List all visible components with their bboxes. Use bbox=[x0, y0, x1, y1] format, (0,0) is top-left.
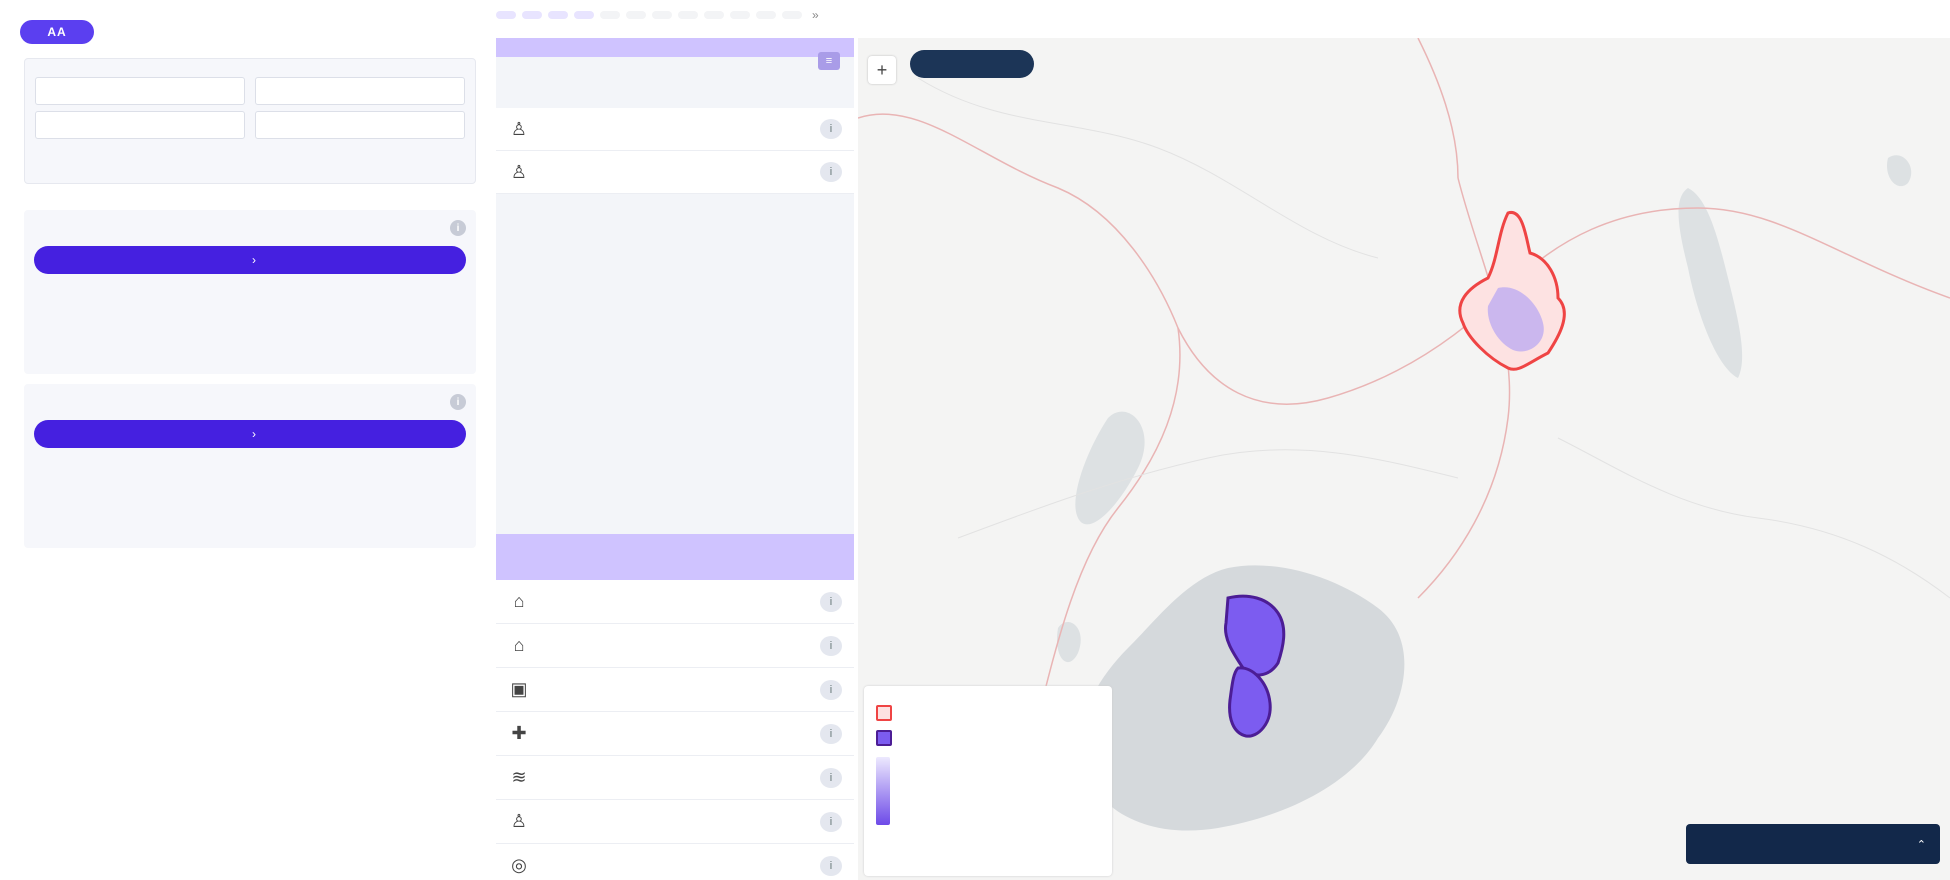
date-more-chevron-icon[interactable]: » bbox=[808, 8, 823, 22]
logo[interactable]: AA bbox=[20, 20, 94, 44]
exposure-rows: ♙ i ♙ i bbox=[496, 108, 854, 194]
chevron-icon: ⌃ bbox=[1916, 838, 1926, 851]
person-icon: ♙ bbox=[510, 118, 528, 139]
trigger-title-row: i bbox=[34, 394, 466, 410]
arrow-icon: › bbox=[252, 253, 256, 267]
trigger-card: i › bbox=[24, 384, 476, 548]
border-line bbox=[1417, 177, 1511, 599]
sector-row: ✚ i bbox=[496, 712, 854, 756]
lake bbox=[1075, 411, 1145, 525]
trigger-swatch bbox=[876, 705, 892, 721]
arrow-icon: › bbox=[252, 427, 256, 441]
trigger-action-button[interactable]: › bbox=[34, 246, 466, 274]
map[interactable]: + ⌃ bbox=[858, 38, 1950, 880]
lake bbox=[1887, 155, 1912, 187]
info-button[interactable] bbox=[35, 111, 245, 139]
date-tab[interactable] bbox=[652, 11, 672, 19]
health-icon: ✚ bbox=[511, 723, 527, 743]
date-tab[interactable] bbox=[600, 11, 620, 19]
summary-panel: ≡ ♙ i ♙ i ⌂ i ⌂ i ▣ i ✚ i ≋ i ♙ i ◎ i bbox=[496, 38, 854, 880]
panel-menu-icon[interactable]: ≡ bbox=[818, 52, 840, 70]
legend-item bbox=[876, 730, 1100, 746]
sector-row: ◎ i bbox=[496, 844, 854, 880]
road bbox=[1557, 437, 1950, 599]
water-icon: ≋ bbox=[511, 767, 527, 787]
date-tab[interactable] bbox=[626, 11, 646, 19]
info-icon[interactable]: i bbox=[820, 591, 842, 612]
zoom-in-button[interactable]: + bbox=[868, 56, 896, 84]
other-icon: ◎ bbox=[511, 855, 527, 875]
exposure-panel-header: ≡ bbox=[496, 38, 854, 70]
date-tab[interactable] bbox=[548, 11, 568, 19]
sector-row: ⌂ i bbox=[496, 624, 854, 668]
person-icon: ♙ bbox=[510, 811, 528, 831]
border-line bbox=[1417, 38, 1459, 179]
info-icon[interactable]: i bbox=[450, 220, 466, 236]
date-tab[interactable] bbox=[678, 11, 698, 19]
trigger-card: i › bbox=[24, 210, 476, 374]
info-icon[interactable]: i bbox=[820, 723, 842, 744]
lake bbox=[1678, 188, 1743, 378]
brand: AA bbox=[20, 12, 104, 52]
app-root: AA » i › i › ≡ ♙ i ♙ i ⌂ i ⌂ i ▣ i ✚ i ≋… bbox=[0, 0, 1950, 880]
info-box bbox=[24, 58, 476, 184]
info-icon[interactable]: i bbox=[820, 162, 842, 182]
legend-scale bbox=[876, 757, 1100, 825]
map-view-button[interactable] bbox=[910, 50, 1034, 78]
sector-row: ♙ i bbox=[496, 800, 854, 844]
road bbox=[917, 77, 1379, 259]
info-icon[interactable]: i bbox=[820, 855, 842, 876]
lake bbox=[1057, 622, 1081, 663]
info-buttons bbox=[35, 77, 465, 139]
layers-button[interactable]: ⌃ bbox=[1686, 824, 1940, 864]
sector-row: ⌂ i bbox=[496, 580, 854, 624]
legend-item bbox=[876, 705, 1100, 721]
date-tab[interactable] bbox=[496, 11, 516, 19]
scale-bar bbox=[876, 757, 890, 825]
date-tab[interactable] bbox=[704, 11, 724, 19]
border-line bbox=[858, 113, 1950, 405]
info-icon[interactable]: i bbox=[820, 679, 842, 700]
shelter-icon: ⌂ bbox=[513, 591, 525, 611]
info-button[interactable] bbox=[35, 77, 245, 105]
info-icon[interactable]: i bbox=[450, 394, 466, 410]
building-icon: ▣ bbox=[510, 679, 528, 699]
date-tab[interactable] bbox=[782, 11, 802, 19]
sector-row: ≋ i bbox=[496, 756, 854, 800]
info-icon[interactable]: i bbox=[820, 119, 842, 139]
info-icon[interactable]: i bbox=[820, 767, 842, 788]
info-icon[interactable]: i bbox=[820, 811, 842, 832]
trigger-action-button[interactable]: › bbox=[34, 420, 466, 448]
sector-panel-header bbox=[496, 534, 854, 580]
exposed-swatch bbox=[876, 730, 892, 746]
school-icon: ⌂ bbox=[513, 635, 525, 655]
exposure-row: ♙ i bbox=[496, 108, 854, 151]
person-icon: ♙ bbox=[510, 161, 528, 182]
info-button[interactable] bbox=[255, 77, 465, 105]
road bbox=[957, 449, 1459, 539]
sector-row: ▣ i bbox=[496, 668, 854, 712]
date-tab[interactable] bbox=[522, 11, 542, 19]
date-tab[interactable] bbox=[756, 11, 776, 19]
info-icon[interactable]: i bbox=[820, 635, 842, 656]
sector-rows: ⌂ i ⌂ i ▣ i ✚ i ≋ i ♙ i ◎ i bbox=[496, 580, 854, 880]
date-tabs: » bbox=[496, 8, 823, 22]
date-tab[interactable] bbox=[574, 11, 594, 19]
date-tab[interactable] bbox=[730, 11, 750, 19]
info-button[interactable] bbox=[255, 111, 465, 139]
trigger-title-row: i bbox=[34, 220, 466, 236]
map-legend bbox=[864, 686, 1112, 876]
exposure-row: ♙ i bbox=[496, 151, 854, 194]
